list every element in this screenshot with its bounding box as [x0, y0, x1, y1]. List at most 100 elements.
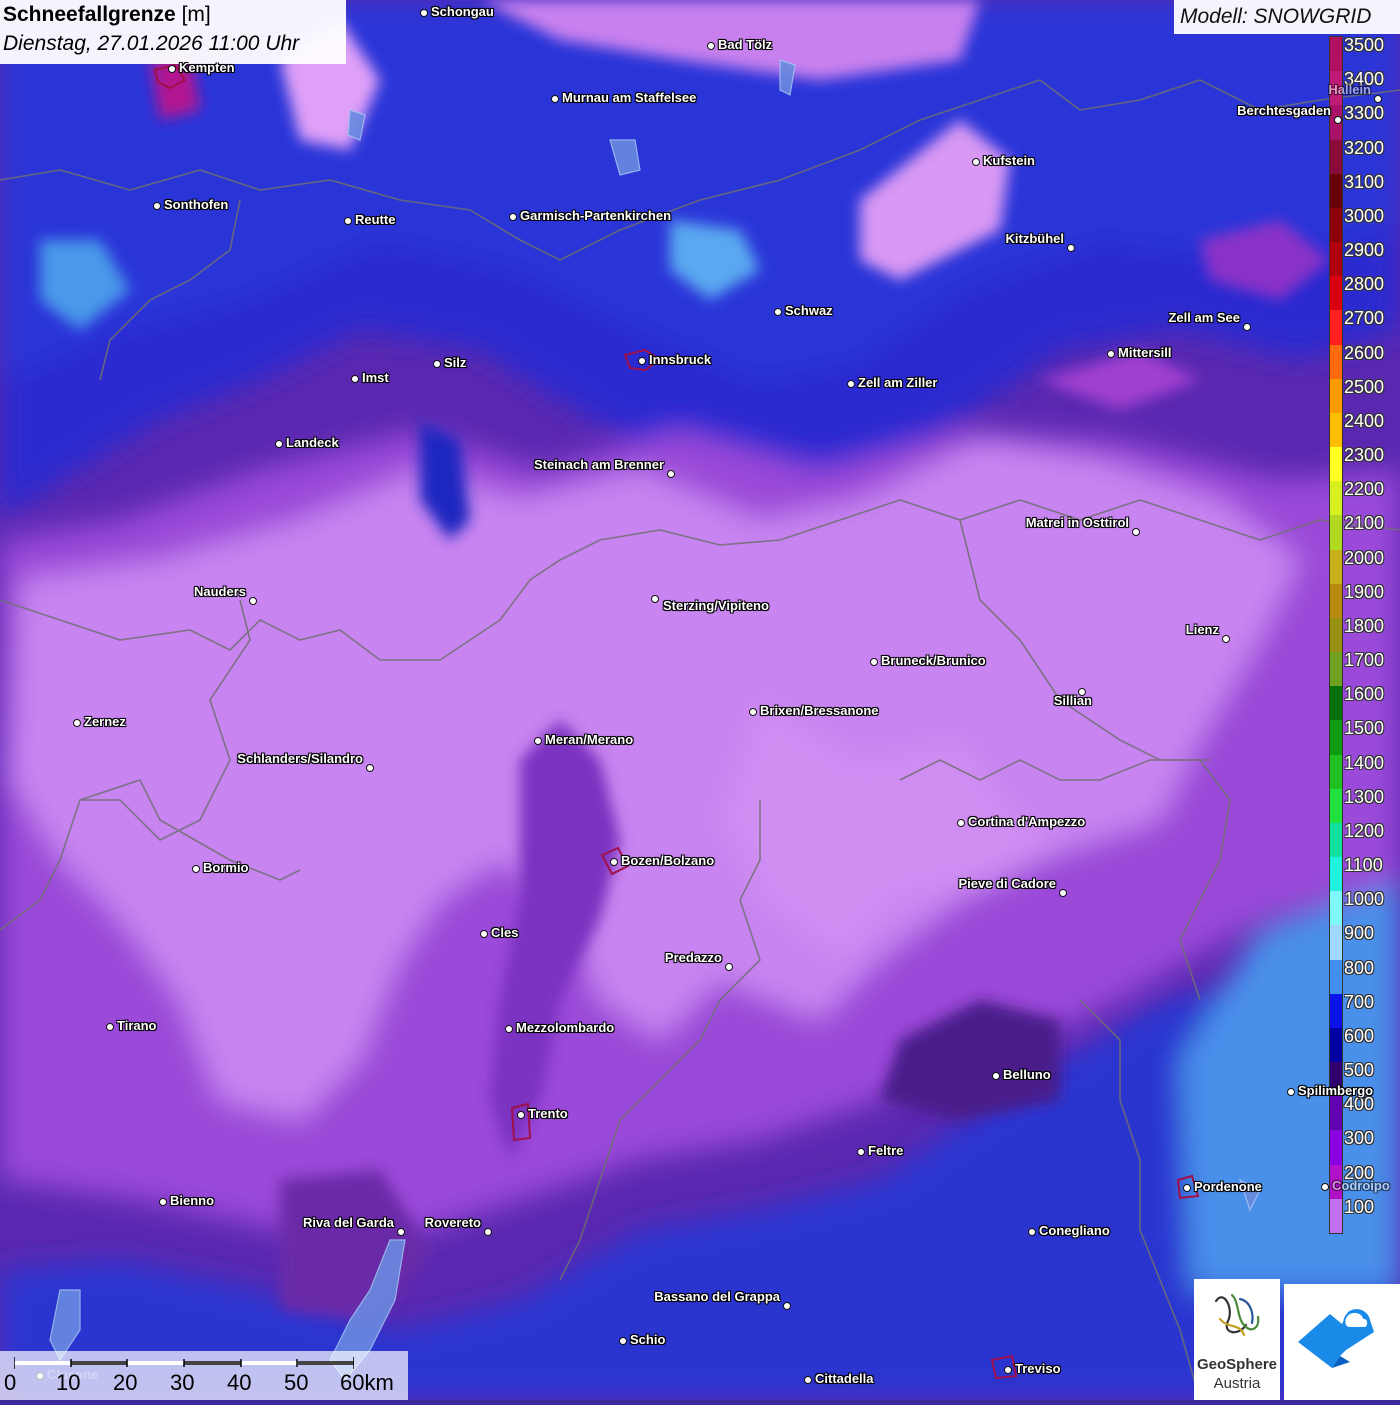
model-label: Modell: SNOWGRID: [1180, 5, 1372, 28]
city-marker[interactable]: [857, 1148, 865, 1156]
city-marker[interactable]: [275, 440, 283, 448]
city-marker[interactable]: [551, 95, 559, 103]
legend-swatch: [1330, 754, 1342, 790]
legend-swatch: [1330, 720, 1342, 756]
legend-swatch: [1330, 447, 1342, 482]
city-marker[interactable]: [651, 595, 659, 603]
city-label: Sillian: [1053, 693, 1092, 708]
legend-label: 800: [1344, 957, 1375, 978]
city-label: Schongau: [431, 4, 494, 19]
app-logo[interactable]: [1284, 1284, 1400, 1400]
city-label: Sterzing/Vipiteno: [663, 598, 769, 613]
city-label: Schio: [630, 1332, 666, 1347]
city-marker[interactable]: [1028, 1228, 1036, 1236]
city-marker[interactable]: [73, 719, 81, 727]
legend-swatch: [1330, 37, 1342, 72]
city-label: Steinach am Brenner: [533, 457, 664, 472]
city-marker[interactable]: [1132, 528, 1140, 536]
legend-swatch: [1330, 207, 1342, 243]
city-label: Codroipo: [1332, 1178, 1390, 1193]
city-marker[interactable]: [517, 1111, 525, 1119]
city-marker[interactable]: [1321, 1183, 1329, 1191]
city-marker[interactable]: [249, 597, 257, 605]
city-label: Schwaz: [785, 303, 833, 318]
legend-swatch: [1330, 242, 1342, 277]
city-label: Pieve di Cadore: [958, 876, 1056, 891]
city-marker[interactable]: [1243, 323, 1251, 331]
legend-swatch: [1330, 515, 1342, 551]
city-label: Bozen/Bolzano: [621, 853, 715, 868]
city-marker[interactable]: [619, 1337, 627, 1345]
city-marker[interactable]: [1287, 1088, 1295, 1096]
city-marker[interactable]: [351, 375, 359, 383]
city-marker[interactable]: [1374, 95, 1382, 103]
city-label: Mittersill: [1118, 345, 1172, 360]
city-marker[interactable]: [433, 360, 441, 368]
city-marker[interactable]: [534, 737, 542, 745]
city-marker[interactable]: [484, 1228, 492, 1236]
legend-label: 1300: [1344, 786, 1385, 807]
legend-label: 2600: [1344, 342, 1385, 363]
city-marker[interactable]: [870, 658, 878, 666]
city-label: Garmisch-Partenkirchen: [520, 208, 672, 223]
city-marker[interactable]: [1067, 244, 1075, 252]
geosphere-swirl-icon: [1214, 1293, 1260, 1337]
geosphere-logo[interactable]: GeoSphere Austria: [1194, 1279, 1280, 1400]
city-marker[interactable]: [610, 858, 618, 866]
city-marker[interactable]: [1222, 635, 1230, 643]
legend-swatch: [1330, 378, 1342, 414]
city-label: Silz: [444, 355, 467, 370]
city-label: Spilimbergo: [1298, 1083, 1374, 1098]
scale-tick-label: 0: [4, 1370, 17, 1395]
city-marker[interactable]: [972, 158, 980, 166]
city-marker[interactable]: [1004, 1366, 1012, 1374]
city-label: Riva del Garda: [302, 1215, 394, 1230]
city-marker[interactable]: [159, 1198, 167, 1206]
city-marker[interactable]: [397, 1228, 405, 1236]
snow-app-icon: [1298, 1309, 1374, 1368]
legend-swatch: [1330, 583, 1342, 619]
city-marker[interactable]: [1334, 116, 1342, 124]
city-label: Belluno: [1003, 1067, 1051, 1082]
legend-label: 3300: [1344, 103, 1385, 124]
legend-label: 1600: [1344, 684, 1385, 705]
city-marker[interactable]: [344, 217, 352, 225]
city-marker[interactable]: [509, 213, 517, 221]
legend-swatch: [1330, 344, 1342, 380]
legend-label: 2700: [1344, 308, 1385, 329]
city-marker[interactable]: [638, 357, 646, 365]
city-marker[interactable]: [804, 1376, 812, 1384]
city-marker[interactable]: [366, 764, 374, 772]
city-marker[interactable]: [106, 1023, 114, 1031]
legend-label: 3000: [1344, 205, 1385, 226]
city-marker[interactable]: [783, 1302, 791, 1310]
city-marker[interactable]: [1183, 1184, 1191, 1192]
city-marker[interactable]: [847, 380, 855, 388]
city-marker[interactable]: [992, 1072, 1000, 1080]
city-label: Zell am Ziller: [858, 375, 938, 390]
city-marker[interactable]: [725, 963, 733, 971]
city-marker[interactable]: [667, 470, 675, 478]
city-marker[interactable]: [168, 65, 176, 73]
legend-swatch: [1330, 310, 1342, 346]
city-marker[interactable]: [480, 930, 488, 938]
city-label: Zernez: [84, 714, 126, 729]
city-marker[interactable]: [749, 708, 757, 716]
city-marker[interactable]: [707, 42, 715, 50]
city-marker[interactable]: [774, 308, 782, 316]
legend-label: 500: [1344, 1060, 1375, 1081]
legend-label: 1700: [1344, 650, 1385, 671]
city-marker[interactable]: [1059, 889, 1067, 897]
legend-swatch: [1330, 617, 1342, 653]
city-marker[interactable]: [1107, 350, 1115, 358]
city-label: Nauders: [193, 584, 246, 599]
city-marker[interactable]: [153, 202, 161, 210]
legend-label: 100: [1344, 1196, 1375, 1217]
legend-label: 900: [1344, 923, 1375, 944]
city-marker[interactable]: [957, 819, 965, 827]
legend-swatch: [1330, 139, 1342, 175]
city-marker[interactable]: [420, 9, 428, 17]
city-marker[interactable]: [192, 865, 200, 873]
city-marker[interactable]: [505, 1025, 513, 1033]
geosphere-sub: Austria: [1213, 1375, 1261, 1392]
